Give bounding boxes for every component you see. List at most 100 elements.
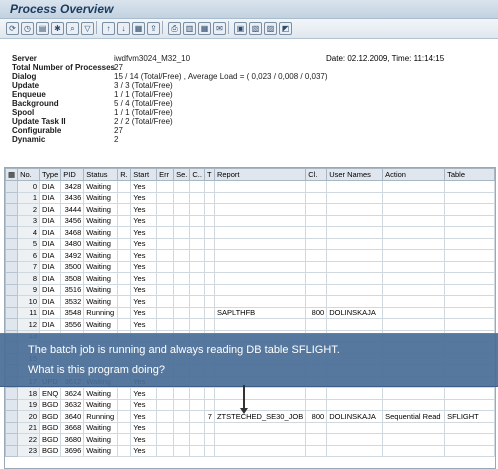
- table-row[interactable]: 0 DIA 3428 Waiting Yes: [5, 180, 495, 193]
- send-icon[interactable]: ✉: [213, 22, 226, 35]
- table-cell: [117, 318, 132, 331]
- table-cell: 9: [17, 283, 41, 296]
- row-selector[interactable]: [5, 433, 19, 446]
- table-row[interactable]: 12 DIA 3556 Waiting Yes: [5, 318, 495, 331]
- table-row[interactable]: 22 BGD 3680 Waiting Yes: [5, 433, 495, 446]
- graphic-icon[interactable]: ◩: [279, 22, 292, 35]
- find-icon[interactable]: ⌕: [66, 22, 79, 35]
- table-cell: 3640: [60, 410, 85, 423]
- row-selector[interactable]: [5, 272, 19, 285]
- table-cell: [213, 226, 307, 239]
- table-cell: Waiting: [83, 272, 119, 285]
- table-cell: Waiting: [83, 260, 119, 273]
- details-icon[interactable]: ▤: [36, 22, 49, 35]
- table-cell: DIA: [39, 226, 62, 239]
- table-row[interactable]: 1 DIA 3436 Waiting Yes: [5, 191, 495, 204]
- select-all-icon[interactable]: ▦: [5, 168, 19, 181]
- column-header[interactable]: Type: [39, 168, 62, 181]
- table-row[interactable]: 20 BGD 3640 Running Yes 7 ZTSTECHED_SE30_JOB 80…: [5, 410, 495, 423]
- table-icon[interactable]: ▦: [198, 22, 211, 35]
- table-cell: [326, 260, 384, 273]
- column-header[interactable]: Status: [83, 168, 119, 181]
- column-header[interactable]: No.: [17, 168, 41, 181]
- table-cell: 21: [17, 421, 41, 434]
- row-selector[interactable]: [5, 226, 19, 239]
- table-cell: [382, 398, 446, 411]
- change-layout-icon[interactable]: ▧: [249, 22, 262, 35]
- column-header[interactable]: User Names: [326, 168, 384, 181]
- row-selector[interactable]: [5, 249, 19, 262]
- table-cell: 3508: [60, 272, 85, 285]
- column-header[interactable]: Cl.: [305, 168, 328, 181]
- column-header[interactable]: Err: [156, 168, 175, 181]
- debug-icon[interactable]: ✱: [51, 22, 64, 35]
- spreadsheet-icon[interactable]: ▥: [183, 22, 196, 35]
- layout-icon[interactable]: ▦: [132, 22, 145, 35]
- row-selector[interactable]: [5, 237, 19, 250]
- row-selector[interactable]: [5, 398, 19, 411]
- sort-desc-icon[interactable]: ↓: [117, 22, 130, 35]
- table-cell: [173, 191, 191, 204]
- row-selector[interactable]: [5, 306, 19, 319]
- column-header[interactable]: R.: [117, 168, 132, 181]
- table-row[interactable]: 19 BGD 3632 Waiting Yes: [5, 398, 495, 411]
- row-selector[interactable]: [5, 421, 19, 434]
- select-layout-icon[interactable]: ▣: [234, 22, 247, 35]
- table-row[interactable]: 6 DIA 3492 Waiting Yes: [5, 249, 495, 262]
- table-row[interactable]: 23 BGD 3696 Waiting Yes: [5, 444, 495, 457]
- column-header[interactable]: PID: [60, 168, 85, 181]
- row-selector[interactable]: [5, 260, 19, 273]
- table-cell: [382, 421, 446, 434]
- row-selector[interactable]: [5, 191, 19, 204]
- row-selector[interactable]: [5, 318, 19, 331]
- table-cell: [382, 226, 446, 239]
- column-header[interactable]: Table: [444, 168, 495, 181]
- column-header[interactable]: Se.: [173, 168, 191, 181]
- table-row[interactable]: 2 DIA 3444 Waiting Yes: [5, 203, 495, 216]
- table-row[interactable]: 7 DIA 3500 Waiting Yes: [5, 260, 495, 273]
- table-row[interactable]: 18 ENQ 3624 Waiting Yes: [5, 387, 495, 400]
- save-layout-icon[interactable]: ▨: [264, 22, 277, 35]
- table-cell: [203, 318, 215, 331]
- filter-icon[interactable]: ▽: [81, 22, 94, 35]
- table-row[interactable]: 8 DIA 3508 Waiting Yes: [5, 272, 495, 285]
- row-selector[interactable]: [5, 444, 19, 457]
- column-header[interactable]: Start: [130, 168, 158, 181]
- table-cell: Yes: [130, 433, 158, 446]
- table-cell: [156, 272, 175, 285]
- info-value: 2 / 2 (Total/Free): [114, 117, 173, 126]
- column-header[interactable]: C..: [189, 168, 205, 181]
- table-cell: [305, 295, 328, 308]
- column-header[interactable]: Report: [213, 168, 307, 181]
- table-cell: [382, 283, 446, 296]
- column-header[interactable]: T: [203, 168, 215, 181]
- table-row[interactable]: 9 DIA 3516 Waiting Yes: [5, 283, 495, 296]
- row-selector[interactable]: [5, 387, 19, 400]
- table-cell: [117, 398, 132, 411]
- table-cell: Yes: [130, 203, 158, 216]
- table-row[interactable]: 4 DIA 3468 Waiting Yes: [5, 226, 495, 239]
- row-selector[interactable]: [5, 295, 19, 308]
- table-cell: [189, 387, 205, 400]
- table-cell: [213, 398, 307, 411]
- column-header[interactable]: Action: [382, 168, 446, 181]
- table-row[interactable]: 11 DIA 3548 Running Yes SAPLTHFB 800 DOLINSKAJA: [5, 306, 495, 319]
- table-row[interactable]: 21 BGD 3668 Waiting Yes: [5, 421, 495, 434]
- table-cell: [305, 237, 328, 250]
- refresh-icon[interactable]: ⟳: [6, 22, 19, 35]
- process-grid: ▦ No. Type PID Status R. Start Err Se. C.. T Report…: [5, 168, 495, 457]
- clock-icon[interactable]: ◷: [21, 22, 34, 35]
- sort-asc-icon[interactable]: ↑: [102, 22, 115, 35]
- row-selector[interactable]: [5, 214, 19, 227]
- table-row[interactable]: 10 DIA 3532 Waiting Yes: [5, 295, 495, 308]
- table-row[interactable]: 3 DIA 3456 Waiting Yes: [5, 214, 495, 227]
- export-icon[interactable]: ⇪: [147, 22, 160, 35]
- row-selector[interactable]: [5, 410, 19, 423]
- row-selector[interactable]: [5, 203, 19, 216]
- table-cell: [117, 306, 132, 319]
- row-selector[interactable]: [5, 283, 19, 296]
- table-row[interactable]: 5 DIA 3480 Waiting Yes: [5, 237, 495, 250]
- print-icon[interactable]: ⎙: [168, 22, 181, 35]
- row-selector[interactable]: [5, 180, 19, 193]
- table-cell: [305, 260, 328, 273]
